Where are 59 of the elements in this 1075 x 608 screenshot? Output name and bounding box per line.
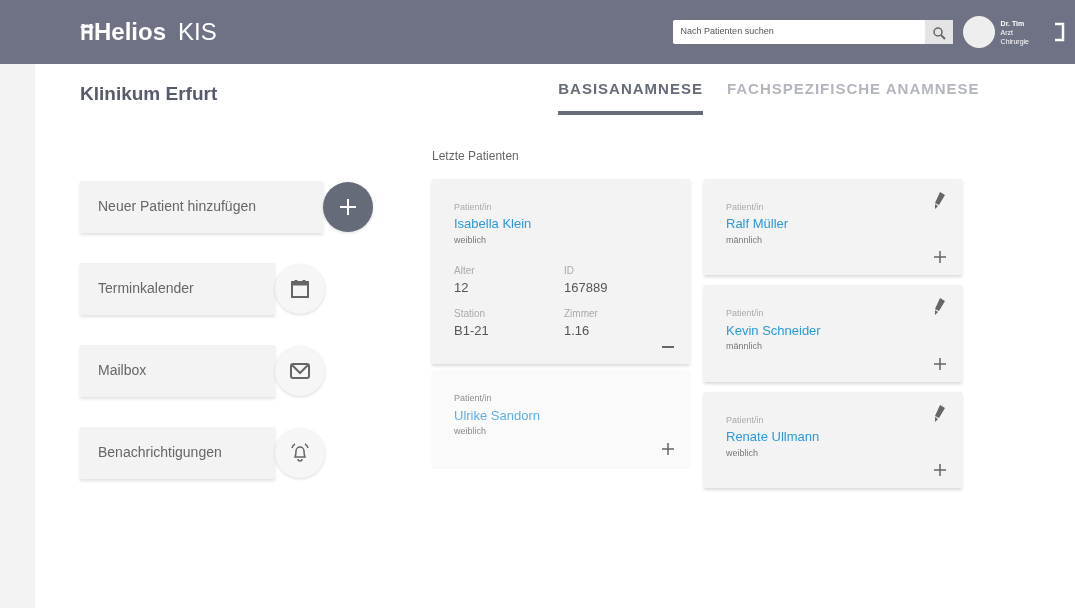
menu-button[interactable]: Mailbox: [80, 344, 275, 397]
pencil-icon[interactable]: [934, 190, 946, 209]
patient-card[interactable]: Patient/in Kevin Schneider männlich: [704, 285, 962, 382]
field-label: Zimmer: [564, 306, 599, 321]
field-label: ID: [564, 264, 575, 278]
field-label: Patient/in: [726, 307, 765, 320]
patient-link[interactable]: Ulrike Sandorn: [454, 405, 540, 425]
tab[interactable]: BASISANAMNESE: [558, 64, 703, 115]
patient-card[interactable]: Patient/in Ralf Müller männlich: [704, 178, 962, 275]
field-value: 12: [454, 279, 470, 297]
field-label: Patient/in: [726, 200, 765, 214]
search-field[interactable]: Nach Patienten suchen: [672, 20, 925, 44]
pencil-icon[interactable]: [934, 403, 946, 422]
patient-link[interactable]: Isabella Klein: [454, 214, 532, 234]
patient-card[interactable]: Patient/in Isabella Klein weiblich Alter 12 ID 167889 Station B1-21 Zimmer 1.16: [432, 178, 690, 364]
gender-text: weiblich: [454, 233, 487, 247]
plus-icon: [934, 251, 946, 264]
product-name: KIS: [178, 17, 217, 47]
search-button[interactable]: [924, 20, 953, 44]
field-label: Patient/in: [454, 392, 493, 405]
patient-link[interactable]: Renate Ullmann: [726, 427, 820, 447]
logout-icon[interactable]: [1053, 22, 1065, 42]
field-label: Alter: [454, 264, 476, 278]
avatar[interactable]: [962, 16, 995, 48]
mail-icon: [290, 362, 310, 379]
field-label: Patient/in: [726, 413, 765, 427]
icon-button[interactable]: [275, 427, 325, 478]
hospital-name: Klinikum Erfurt: [80, 82, 218, 106]
menu-button[interactable]: Terminkalender: [80, 262, 275, 315]
field-value: 1.16: [564, 321, 591, 340]
field-label: Patient/in: [454, 200, 493, 214]
field-value: B1-21: [454, 321, 490, 340]
icon-button[interactable]: [275, 263, 325, 314]
gender-text: weiblich: [726, 446, 759, 460]
plus-icon: [934, 464, 946, 477]
plus-icon: [934, 357, 946, 370]
gender-text: weiblich: [454, 425, 487, 438]
search-icon: [931, 25, 946, 40]
icon-button[interactable]: [275, 345, 325, 396]
menu-button[interactable]: Neuer Patient hinzufügen: [80, 180, 323, 233]
field-value: 167889: [564, 279, 609, 297]
patient-card[interactable]: Patient/in Renate Ullmann weiblich: [704, 391, 962, 488]
patient-link[interactable]: Kevin Schneider: [726, 320, 821, 340]
logo: Helios: [80, 14, 167, 50]
pencil-icon[interactable]: [934, 297, 946, 315]
field-label: Station: [454, 306, 487, 321]
bell-icon: [290, 442, 310, 463]
section-title: Letzte Patienten: [432, 147, 520, 165]
calendar-icon: [290, 278, 310, 299]
logo-icon: [80, 22, 94, 42]
minus-icon: [662, 346, 674, 348]
gender-text: männlich: [726, 340, 764, 353]
gender-text: männlich: [726, 233, 764, 247]
patient-link[interactable]: Ralf Müller: [726, 214, 789, 234]
plus-icon: [339, 197, 357, 216]
plus-icon: [662, 442, 674, 455]
menu-button[interactable]: Benachrichtigungen: [80, 426, 275, 479]
add-button[interactable]: [323, 181, 373, 232]
patient-card[interactable]: Patient/in Ulrike Sandorn weiblich: [432, 370, 690, 467]
